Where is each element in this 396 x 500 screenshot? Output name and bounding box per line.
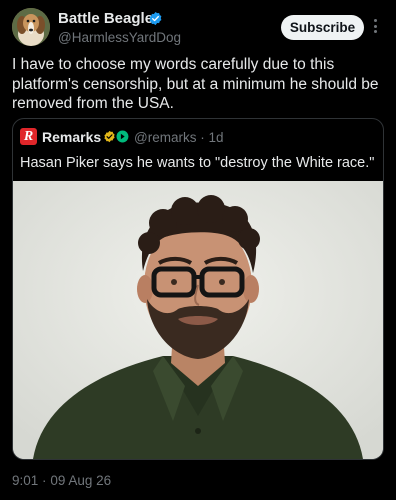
timestamp-separator: ·: [42, 473, 47, 488]
subscribe-button[interactable]: Subscribe: [281, 15, 364, 40]
quoted-post-age: 1d: [208, 130, 224, 145]
quoted-post-photo[interactable]: [13, 181, 383, 459]
beagle-avatar-image: [12, 8, 50, 46]
verified-badge-icon: [149, 11, 162, 26]
quoted-post-meta: @remarks · 1d: [134, 130, 224, 145]
quoted-post-text: Hasan Piker says he wants to "destroy th…: [20, 155, 375, 171]
author-avatar[interactable]: [12, 8, 50, 46]
post-date: 09 Aug 26: [50, 473, 112, 488]
more-options-icon[interactable]: [372, 19, 378, 37]
quoted-post-card[interactable]: R Remarks @remarks · 1d Hasan Piker says…: [12, 118, 384, 460]
post-timestamp[interactable]: 9:01 · 09 Aug 26: [12, 473, 111, 488]
meta-separator: ·: [200, 130, 205, 145]
portrait-photo-image: [13, 181, 383, 459]
author-handle[interactable]: @HarmlessYardDog: [58, 30, 181, 45]
gold-badge-icon: [104, 130, 115, 143]
post: Battle Beagle @HarmlessYardDog Subscribe…: [0, 0, 396, 500]
quoted-author-handle: @remarks: [134, 130, 197, 145]
post-text: I have to choose my words carefully due …: [12, 56, 379, 112]
quoted-author-name: Remarks: [42, 129, 102, 145]
author-name[interactable]: Battle Beagle: [58, 10, 153, 27]
post-time: 9:01: [12, 473, 39, 488]
remarks-logo-icon: R: [20, 128, 37, 145]
green-badge-icon: [116, 130, 129, 143]
